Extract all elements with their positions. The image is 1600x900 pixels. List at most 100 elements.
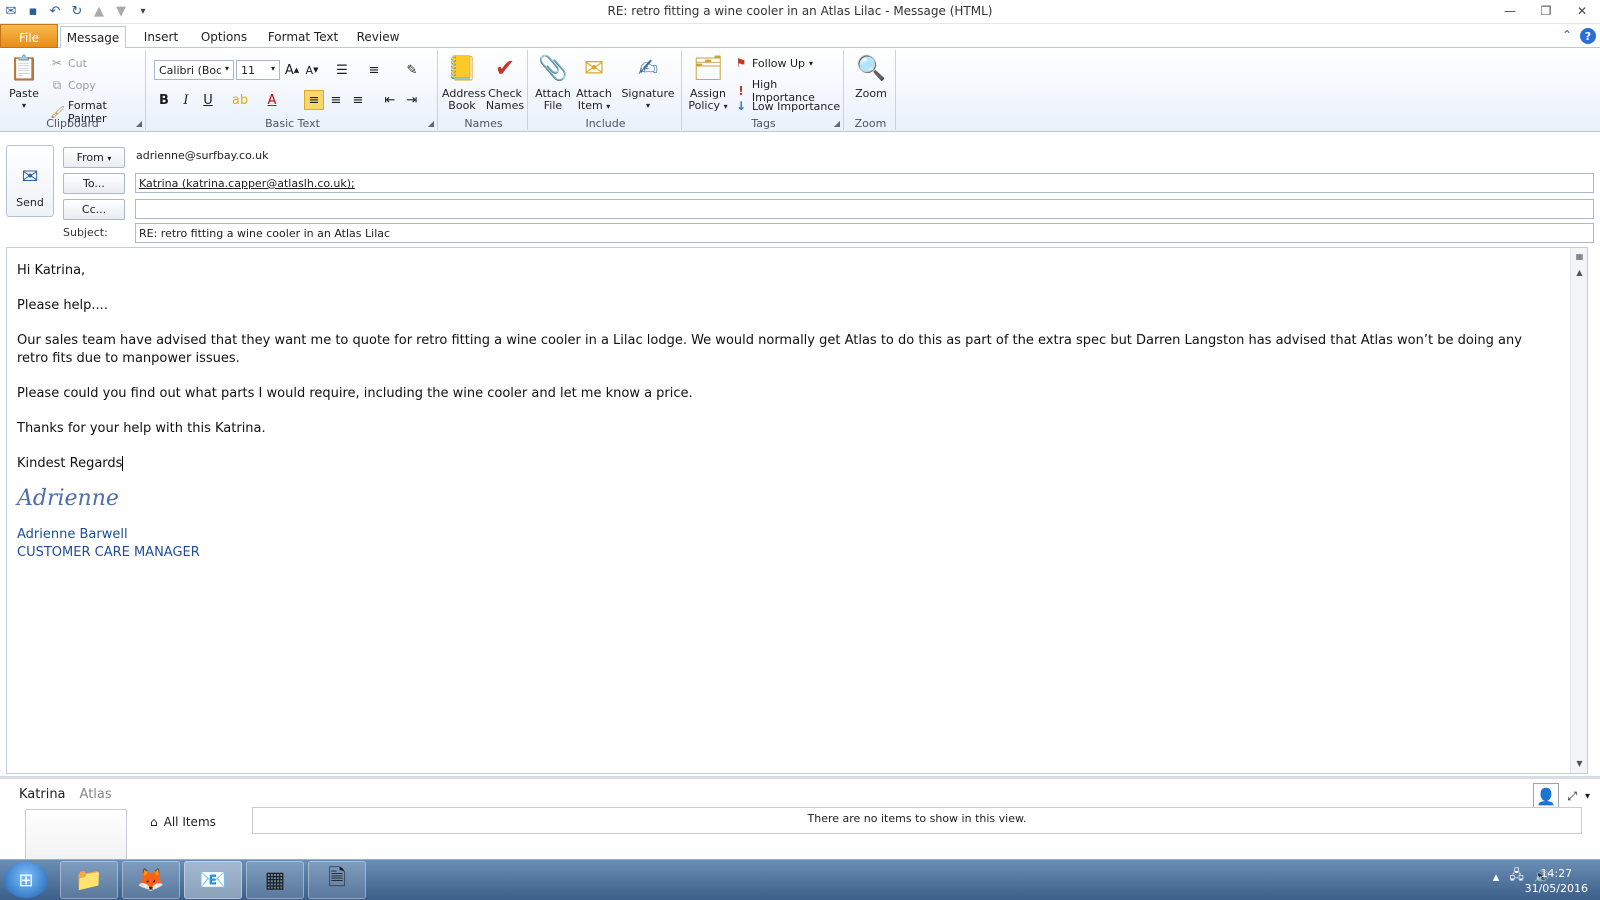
- restore-button[interactable]: ❐: [1528, 0, 1564, 22]
- outlook-taskbar-icon[interactable]: 📧: [184, 861, 242, 899]
- grow-font-icon[interactable]: A ▲: [282, 60, 302, 80]
- pinned-app-icon[interactable]: 🗎: [308, 861, 366, 899]
- all-items-filter[interactable]: ⌂ All Items: [150, 815, 216, 829]
- cut-button[interactable]: ✂ Cut: [50, 56, 87, 70]
- tab-options[interactable]: Options: [194, 26, 254, 48]
- envelope-icon: ✉: [583, 54, 605, 82]
- contact-avatar-icon[interactable]: 👤: [1533, 783, 1560, 809]
- signature-title: CUSTOMER CARE MANAGER: [17, 545, 200, 560]
- signature-script: Adrienne: [17, 486, 119, 511]
- group-zoom: 🔍 Zoom Zoom: [846, 50, 896, 130]
- paperclip-icon: 📎: [538, 54, 568, 82]
- windows-taskbar: ⊞ 📁 🦊 📧 ▦ 🗎 ▴ 🖧 🔊 14:27 31/05/2016: [0, 859, 1600, 900]
- magnifier-icon: 🔍: [856, 54, 886, 82]
- numbering-icon[interactable]: ≡: [364, 60, 384, 80]
- dialog-launcher-icon[interactable]: ◢: [136, 119, 142, 128]
- subject-field[interactable]: RE: retro fitting a wine cooler in an At…: [135, 223, 1594, 243]
- collapse-pane-icon[interactable]: ▾: [1585, 791, 1590, 802]
- font-size-combo[interactable]: 11 ▾: [236, 60, 280, 80]
- paste-button[interactable]: 📋 Paste ▾: [4, 52, 44, 112]
- down-arrow-icon: ↓: [735, 99, 747, 113]
- group-label: Tags: [751, 117, 776, 130]
- signature-button[interactable]: ✍ Signature ▾: [618, 52, 678, 112]
- contact-name-tab[interactable]: Katrina: [19, 787, 66, 802]
- firefox-icon[interactable]: 🦊: [122, 861, 180, 899]
- shrink-font-icon[interactable]: A ▼: [302, 60, 322, 80]
- tab-file[interactable]: File: [0, 24, 58, 48]
- close-button[interactable]: ✕: [1564, 0, 1600, 22]
- signature-icon: ✍: [637, 54, 659, 82]
- help-icon[interactable]: ?: [1580, 28, 1596, 44]
- align-left-icon[interactable]: ≡: [304, 90, 324, 110]
- address-book-button[interactable]: 📒 Address Book: [442, 52, 486, 112]
- decrease-indent-icon[interactable]: ⇤: [380, 90, 400, 110]
- underline-button[interactable]: U: [198, 90, 218, 110]
- cc-field[interactable]: [135, 199, 1594, 219]
- body-scrollbar[interactable]: ▦ ▲ ▼: [1570, 248, 1587, 773]
- dialog-launcher-icon[interactable]: ◢: [428, 119, 434, 128]
- tab-format-text[interactable]: Format Text: [266, 26, 340, 48]
- dialog-launcher-icon[interactable]: ◢: [834, 119, 840, 128]
- attach-file-button[interactable]: 📎 Attach File: [534, 52, 572, 112]
- ribbon-tabs: File Message Insert Options Format Text …: [0, 24, 1600, 49]
- italic-button[interactable]: I: [176, 90, 196, 110]
- tab-message[interactable]: Message: [60, 26, 126, 49]
- ribbon: 📋 Paste ▾ ✂ Cut ⧉ Copy 🖌 Format Painter …: [0, 48, 1600, 132]
- send-button[interactable]: ✉ Send: [6, 145, 54, 217]
- window-title: RE: retro fitting a wine cooler in an At…: [607, 4, 993, 18]
- start-button[interactable]: ⊞: [4, 862, 48, 898]
- tab-review[interactable]: Review: [350, 26, 406, 48]
- body-paragraph: Thanks for your help with this Katrina.: [17, 421, 266, 436]
- signature-name: Adrienne Barwell: [17, 527, 128, 542]
- show-hidden-icons[interactable]: ▴: [1493, 870, 1500, 885]
- minimize-ribbon-icon[interactable]: ⌃: [1562, 28, 1572, 44]
- clear-formatting-icon[interactable]: ✎: [402, 60, 422, 80]
- group-label: Names: [464, 117, 503, 130]
- from-button[interactable]: From ▾: [63, 147, 125, 168]
- policy-icon: 🗂: [692, 54, 724, 82]
- explorer-icon[interactable]: 📁: [60, 861, 118, 899]
- network-icon[interactable]: 🖧: [1509, 866, 1524, 888]
- greeting: Hi Katrina,: [17, 263, 86, 278]
- attach-item-button[interactable]: ✉ Attach Item ▾: [574, 52, 614, 113]
- group-label: Basic Text: [265, 117, 320, 130]
- follow-up-button[interactable]: ⚑ Follow Up ▾: [734, 56, 813, 70]
- calculator-icon[interactable]: ▦: [246, 861, 304, 899]
- minimize-button[interactable]: —: [1492, 0, 1528, 22]
- to-button[interactable]: To...: [63, 173, 125, 194]
- check-names-icon: ✔: [494, 54, 516, 82]
- font-color-icon[interactable]: A: [262, 90, 282, 110]
- low-importance-button[interactable]: ↓ Low Importance: [734, 99, 840, 113]
- tab-insert[interactable]: Insert: [136, 26, 186, 48]
- cc-button[interactable]: Cc...: [63, 199, 125, 220]
- bullets-icon[interactable]: ☰: [332, 60, 352, 80]
- scroll-up-icon[interactable]: ▲: [1571, 264, 1588, 280]
- scissors-icon: ✂: [51, 56, 63, 70]
- body-paragraph: Please could you find out what parts I w…: [17, 386, 693, 401]
- copy-button[interactable]: ⧉ Copy: [50, 78, 96, 93]
- scroll-down-icon[interactable]: ▼: [1571, 755, 1588, 771]
- align-right-icon[interactable]: ≡: [348, 90, 368, 110]
- highlight-icon[interactable]: ab: [230, 90, 250, 110]
- address-book-icon: 📒: [447, 54, 477, 82]
- send-icon: ✉: [21, 164, 39, 188]
- message-body[interactable]: Hi Katrina, Please help.... Our sales te…: [6, 247, 1588, 774]
- increase-indent-icon[interactable]: ⇥: [402, 90, 422, 110]
- group-label: Zoom: [854, 117, 887, 130]
- expand-pane-icon[interactable]: ⤢: [1567, 789, 1577, 804]
- clipboard-icon: 📋: [9, 54, 39, 82]
- system-clock[interactable]: 14:27 31/05/2016: [1525, 866, 1588, 896]
- ruler-toggle-icon[interactable]: ▦: [1571, 248, 1588, 264]
- from-value: adrienne@surfbay.co.uk: [136, 149, 269, 162]
- group-label: Clipboard: [46, 117, 99, 130]
- check-names-button[interactable]: ✔ Check Names: [484, 52, 526, 112]
- zoom-button[interactable]: 🔍 Zoom: [850, 52, 892, 100]
- align-center-icon[interactable]: ≡: [326, 90, 346, 110]
- flag-icon: ⚑: [735, 56, 747, 70]
- assign-policy-button[interactable]: 🗂 Assign Policy ▾: [686, 52, 730, 113]
- group-names: 📒 Address Book ✔ Check Names Names: [440, 50, 528, 130]
- font-name-combo[interactable]: Calibri (Body)▾: [154, 60, 234, 80]
- contact-company-tab[interactable]: Atlas: [80, 787, 112, 802]
- bold-button[interactable]: B: [154, 90, 174, 110]
- to-field[interactable]: Katrina (katrina.capper@atlaslh.co.uk);: [135, 173, 1594, 193]
